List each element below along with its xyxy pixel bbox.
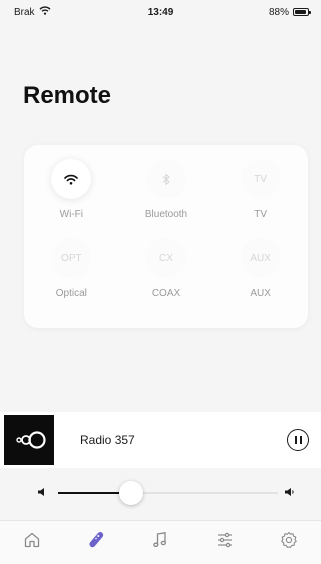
station-logo <box>4 415 54 465</box>
wifi-icon <box>51 159 92 199</box>
volume-high-icon <box>285 488 295 498</box>
tv-icon: TV <box>240 159 281 199</box>
battery-icon <box>293 8 311 16</box>
pause-button[interactable] <box>287 429 309 451</box>
source-bluetooth[interactable]: Bluetooth <box>119 159 214 220</box>
status-bar: Brak 13:49 88% <box>0 0 321 24</box>
now-playing-bar[interactable]: Radio 357 <box>0 412 321 468</box>
source-coax[interactable]: CX COAX <box>119 238 214 299</box>
page-title: Remote <box>23 82 112 109</box>
source-label: Optical <box>55 288 87 299</box>
volume-low-icon <box>38 488 46 498</box>
tab-settings[interactable] <box>269 523 309 563</box>
tab-music[interactable] <box>140 523 180 563</box>
equalizer-icon <box>216 531 234 554</box>
pause-icon <box>294 436 297 444</box>
tab-equalizer[interactable] <box>205 523 245 563</box>
source-label: TV <box>254 209 268 220</box>
coax-icon: CX <box>145 238 186 278</box>
gear-icon <box>280 531 298 554</box>
music-note-icon <box>151 531 169 554</box>
aux-icon: AUX <box>240 238 281 278</box>
source-grid: Wi-Fi Bluetooth TV TV OPT Optical CX COA… <box>24 159 308 299</box>
source-label: AUX <box>250 288 271 299</box>
source-wifi[interactable]: Wi-Fi <box>24 159 119 220</box>
station-name: Radio 357 <box>80 433 135 447</box>
source-aux[interactable]: AUX AUX <box>213 238 308 299</box>
home-icon <box>23 531 41 554</box>
remote-icon <box>85 529 107 556</box>
tab-remote[interactable] <box>76 523 116 563</box>
source-optical[interactable]: OPT Optical <box>24 238 119 299</box>
source-label: COAX <box>151 288 181 299</box>
volume-slider-thumb[interactable] <box>119 481 143 505</box>
volume-track[interactable] <box>58 492 278 494</box>
tab-home[interactable] <box>12 523 52 563</box>
wifi-signal-icon <box>39 6 51 18</box>
tab-bar <box>0 520 321 564</box>
volume-control <box>0 468 321 518</box>
bluetooth-icon <box>145 159 186 199</box>
carrier-label: Brak <box>14 6 35 18</box>
source-label: Wi-Fi <box>59 209 83 220</box>
source-label: Bluetooth <box>144 209 188 220</box>
battery-percent: 88% <box>268 6 289 18</box>
battery-fill <box>295 10 306 14</box>
optical-icon: OPT <box>51 238 92 278</box>
source-tv[interactable]: TV TV <box>213 159 308 220</box>
pause-icon <box>299 436 302 444</box>
source-selector-card: Wi-Fi Bluetooth TV TV OPT Optical CX COA… <box>24 145 308 328</box>
